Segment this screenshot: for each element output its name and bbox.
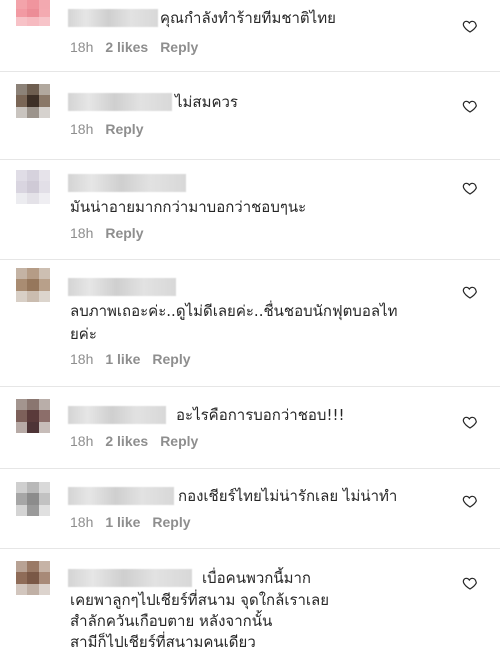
heart-outline-icon[interactable] (462, 98, 478, 114)
comment-item: มันน่าอายมากกว่ามาบอกว่าชอบๆนะ 18h Reply (0, 160, 500, 260)
heart-outline-icon[interactable] (462, 414, 478, 430)
username-blurred[interactable] (68, 487, 174, 505)
heart-outline-icon[interactable] (462, 284, 478, 300)
reply-button[interactable]: Reply (160, 433, 198, 449)
comment-likes[interactable]: 1 like (105, 514, 140, 530)
username-blurred[interactable] (68, 93, 172, 111)
avatar[interactable] (16, 482, 50, 516)
comment-item: ลบภาพเถอะค่ะ..ดูไม่ดีเลยค่ะ..ชื่นชอบนักฟ… (0, 260, 500, 387)
comment-text-line: สามีก็ไปเชียร์ที่สนามคนเดียว (70, 633, 256, 651)
comment-text-line: ยค่ะ (70, 325, 97, 343)
comment-meta: 18h 2 likes Reply (70, 39, 210, 55)
comment-text: คุณกำลังทำร้ายทีมชาติไทย (160, 9, 336, 27)
comment-text-line: สำลักควันเกือบตาย หลังจากนั้น (70, 612, 273, 630)
reply-button[interactable]: Reply (152, 351, 190, 367)
heart-outline-icon[interactable] (462, 493, 478, 509)
comment-item: กองเชียร์ไทยไม่น่ารักเลย ไม่น่าทำ 18h 1 l… (0, 469, 500, 549)
comment-item: คุณกำลังทำร้ายทีมชาติไทย 18h 2 likes Reply (0, 0, 500, 72)
comment-item: อะไรคือการบอกว่าชอบ!!! 18h 2 likes Reply (0, 387, 500, 469)
comment-time: 18h (70, 433, 94, 449)
comment-text: กองเชียร์ไทยไม่น่ารักเลย ไม่น่าทำ (178, 487, 398, 505)
comment-text-line: ลบภาพเถอะค่ะ..ดูไม่ดีเลยค่ะ..ชื่นชอบนักฟ… (70, 302, 398, 320)
heart-outline-icon[interactable] (462, 180, 478, 196)
username-blurred[interactable] (68, 569, 192, 587)
comment-time: 18h (70, 225, 94, 241)
reply-button[interactable]: Reply (160, 39, 198, 55)
comment-time: 18h (70, 351, 94, 367)
avatar[interactable] (16, 561, 50, 595)
comment-text-line: เบื่อคนพวกนี้มาก (202, 569, 311, 587)
comment-text: มันน่าอายมากกว่ามาบอกว่าชอบๆนะ (70, 198, 307, 216)
comment-text: ไม่สมควร (175, 93, 238, 111)
username-blurred[interactable] (68, 406, 166, 424)
heart-outline-icon[interactable] (462, 18, 478, 34)
reply-button[interactable]: Reply (152, 514, 190, 530)
avatar[interactable] (16, 170, 50, 204)
reply-button[interactable]: Reply (105, 225, 143, 241)
comment-text-line: เคยพาลูกๆไปเชียร์ที่สนาม จุดใกล้เราเลย (70, 591, 330, 609)
comment-meta: 18h 1 like Reply (70, 514, 203, 530)
comment-time: 18h (70, 121, 94, 137)
avatar[interactable] (16, 268, 50, 302)
username-blurred[interactable] (68, 278, 176, 296)
comment-item: ไม่สมควร 18h Reply (0, 72, 500, 160)
comment-likes[interactable]: 2 likes (105, 433, 148, 449)
reply-button[interactable]: Reply (105, 121, 143, 137)
avatar[interactable] (16, 399, 50, 433)
comment-meta: 18h 1 like Reply (70, 351, 203, 367)
heart-outline-icon[interactable] (462, 575, 478, 591)
comment-meta: 18h 2 likes Reply (70, 433, 210, 449)
avatar[interactable] (16, 0, 50, 26)
comment-item: เบื่อคนพวกนี้มาก เคยพาลูกๆไปเชียร์ที่สนา… (0, 549, 500, 658)
comment-meta: 18h Reply (70, 121, 155, 137)
username-blurred[interactable] (68, 174, 186, 192)
comment-likes[interactable]: 1 like (105, 351, 140, 367)
comment-likes[interactable]: 2 likes (105, 39, 148, 55)
comment-text: อะไรคือการบอกว่าชอบ!!! (176, 406, 345, 424)
comment-time: 18h (70, 514, 94, 530)
comment-time: 18h (70, 39, 94, 55)
username-blurred[interactable] (68, 9, 158, 27)
comment-meta: 18h Reply (70, 225, 155, 241)
avatar[interactable] (16, 84, 50, 118)
